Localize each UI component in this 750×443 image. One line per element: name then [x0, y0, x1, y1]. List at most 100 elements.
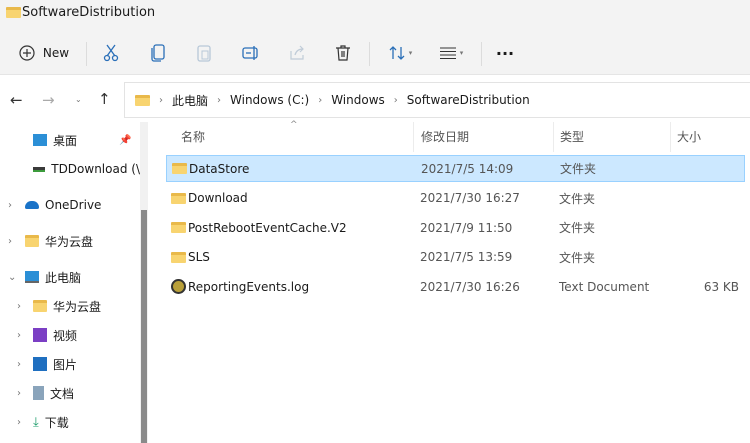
- file-date: 2021/7/5 13:59: [420, 250, 513, 264]
- view-icon: [439, 47, 456, 60]
- desktop-icon: [33, 134, 47, 146]
- arrow-left-icon: ←: [10, 91, 23, 109]
- chevron-right-icon: ›: [159, 94, 163, 106]
- file-row[interactable]: PostRebootEventCache.V2 2021/7/9 11:50 文件夹: [166, 214, 745, 241]
- rename-button[interactable]: [240, 42, 262, 64]
- file-name: ReportingEvents.log: [188, 279, 310, 294]
- sidebar-item-this-pc[interactable]: ⌄ 此电脑: [8, 264, 82, 290]
- sidebar-item-desktop[interactable]: 桌面 📌: [33, 127, 140, 153]
- file-row[interactable]: Download 2021/7/30 16:27 文件夹: [166, 185, 745, 212]
- divider: [481, 42, 482, 66]
- sidebar-item-huawei-cloud[interactable]: › 华为云盘: [8, 228, 94, 254]
- column-header-type[interactable]: 类型: [560, 128, 584, 145]
- divider: [86, 42, 87, 66]
- sidebar-item-label: 华为云盘: [53, 299, 102, 314]
- breadcrumb-item[interactable]: 此电脑: [172, 92, 208, 109]
- chevron-right-icon: ›: [318, 94, 323, 106]
- column-header-date[interactable]: 修改日期: [421, 128, 469, 145]
- chevron-right-icon[interactable]: ›: [8, 200, 12, 211]
- file-name: PostRebootEventCache.V2: [188, 220, 347, 235]
- sidebar-item-tddownload[interactable]: TDDownload (\: [33, 156, 140, 182]
- cut-button[interactable]: [100, 42, 122, 64]
- sidebar-item-downloads[interactable]: › ⤓ 下载: [17, 409, 69, 435]
- chevron-right-icon[interactable]: ›: [17, 388, 21, 399]
- sidebar-item-label: 文档: [50, 386, 75, 401]
- column-divider[interactable]: [670, 122, 671, 152]
- pin-icon[interactable]: 📌: [119, 135, 131, 146]
- cut-icon: [103, 44, 119, 62]
- column-divider[interactable]: [413, 122, 414, 152]
- folder-icon: [171, 192, 186, 204]
- chevron-right-icon[interactable]: ›: [17, 359, 21, 370]
- chevron-right-icon[interactable]: ›: [17, 301, 21, 312]
- paste-button[interactable]: [193, 42, 215, 64]
- file-row[interactable]: DataStore 2021/7/5 14:09 文件夹: [166, 155, 745, 182]
- sidebar-item-label: 此电脑: [45, 270, 82, 285]
- scrollbar-thumb[interactable]: [141, 210, 147, 443]
- share-icon: [290, 45, 304, 60]
- recent-button[interactable]: ⌄: [75, 95, 82, 104]
- sidebar-item-huawei-cloud-pc[interactable]: › 华为云盘: [17, 293, 102, 319]
- sidebar-item-label: TDDownload (\: [51, 162, 140, 176]
- chevron-down-icon[interactable]: ⌄: [8, 272, 16, 283]
- file-type: 文件夹: [560, 162, 597, 176]
- rename-icon: [242, 46, 258, 60]
- file-name: DataStore: [189, 161, 250, 176]
- delete-button[interactable]: [332, 42, 354, 64]
- file-type: 文件夹: [559, 250, 596, 265]
- sidebar-item-onedrive[interactable]: › OneDrive: [8, 192, 101, 218]
- chevron-right-icon[interactable]: ›: [17, 417, 21, 428]
- sidebar-item-videos[interactable]: › 视频: [17, 322, 78, 348]
- file-name: SLS: [188, 250, 210, 264]
- forward-button[interactable]: →: [42, 91, 55, 109]
- copy-icon: [151, 44, 165, 62]
- sidebar-item-label: 图片: [53, 357, 78, 372]
- sidebar-item-label: 华为云盘: [45, 234, 94, 249]
- sidebar-item-pictures[interactable]: › 图片: [17, 351, 78, 377]
- file-date: 2021/7/30 16:26: [420, 279, 520, 294]
- sort-ascending-icon: ^: [290, 120, 298, 130]
- chevron-right-icon[interactable]: ›: [8, 236, 12, 247]
- copy-button[interactable]: [147, 42, 169, 64]
- folder-icon: [6, 7, 21, 18]
- network-drive-icon: [33, 166, 46, 172]
- arrow-right-icon: →: [42, 91, 55, 109]
- file-type: Text Document: [559, 279, 650, 294]
- folder-icon: [171, 222, 186, 233]
- share-button[interactable]: [286, 42, 308, 64]
- up-button[interactable]: ↑: [98, 90, 111, 108]
- cloud-icon: [25, 201, 39, 209]
- chevron-down-icon: ▾: [459, 49, 464, 57]
- view-button[interactable]: ▾: [436, 42, 466, 64]
- column-header-size[interactable]: 大小: [677, 128, 701, 145]
- chevron-right-icon: ›: [393, 94, 398, 106]
- new-label: New: [42, 46, 70, 60]
- breadcrumb-item[interactable]: Windows (C:): [230, 93, 309, 107]
- file-type: 文件夹: [559, 221, 596, 235]
- file-name: Download: [188, 191, 248, 205]
- column-divider[interactable]: [553, 122, 554, 152]
- sidebar-item-label: 视频: [53, 328, 78, 343]
- address-bar[interactable]: › 此电脑 › Windows (C:) › Windows › Softwar…: [124, 82, 750, 118]
- sort-button[interactable]: ▾: [385, 42, 415, 64]
- folder-icon: [171, 251, 186, 263]
- download-icon: ⤓: [33, 414, 39, 430]
- more-button[interactable]: ···: [494, 42, 516, 64]
- delete-icon: [336, 45, 350, 61]
- breadcrumb-item[interactable]: Windows: [331, 93, 385, 107]
- new-button[interactable]: New: [16, 42, 72, 64]
- column-header-name[interactable]: 名称: [181, 128, 205, 145]
- arrow-up-icon: ↑: [98, 90, 111, 108]
- more-icon: ···: [495, 43, 515, 63]
- sidebar-item-label: 下载: [44, 415, 69, 430]
- sidebar-item-documents[interactable]: › 文档: [17, 380, 75, 406]
- title-bar: SoftwareDistribution: [0, 0, 750, 35]
- file-row[interactable]: SLS 2021/7/5 13:59 文件夹: [166, 244, 745, 271]
- folder-icon: [33, 300, 47, 312]
- back-button[interactable]: ←: [10, 91, 23, 109]
- picture-icon: [33, 357, 47, 371]
- chevron-right-icon[interactable]: ›: [17, 330, 21, 341]
- file-date: 2021/7/5 14:09: [421, 161, 514, 176]
- file-row[interactable]: ReportingEvents.log 2021/7/30 16:26 Text D…: [166, 273, 745, 300]
- breadcrumb-item[interactable]: SoftwareDistribution: [407, 93, 530, 107]
